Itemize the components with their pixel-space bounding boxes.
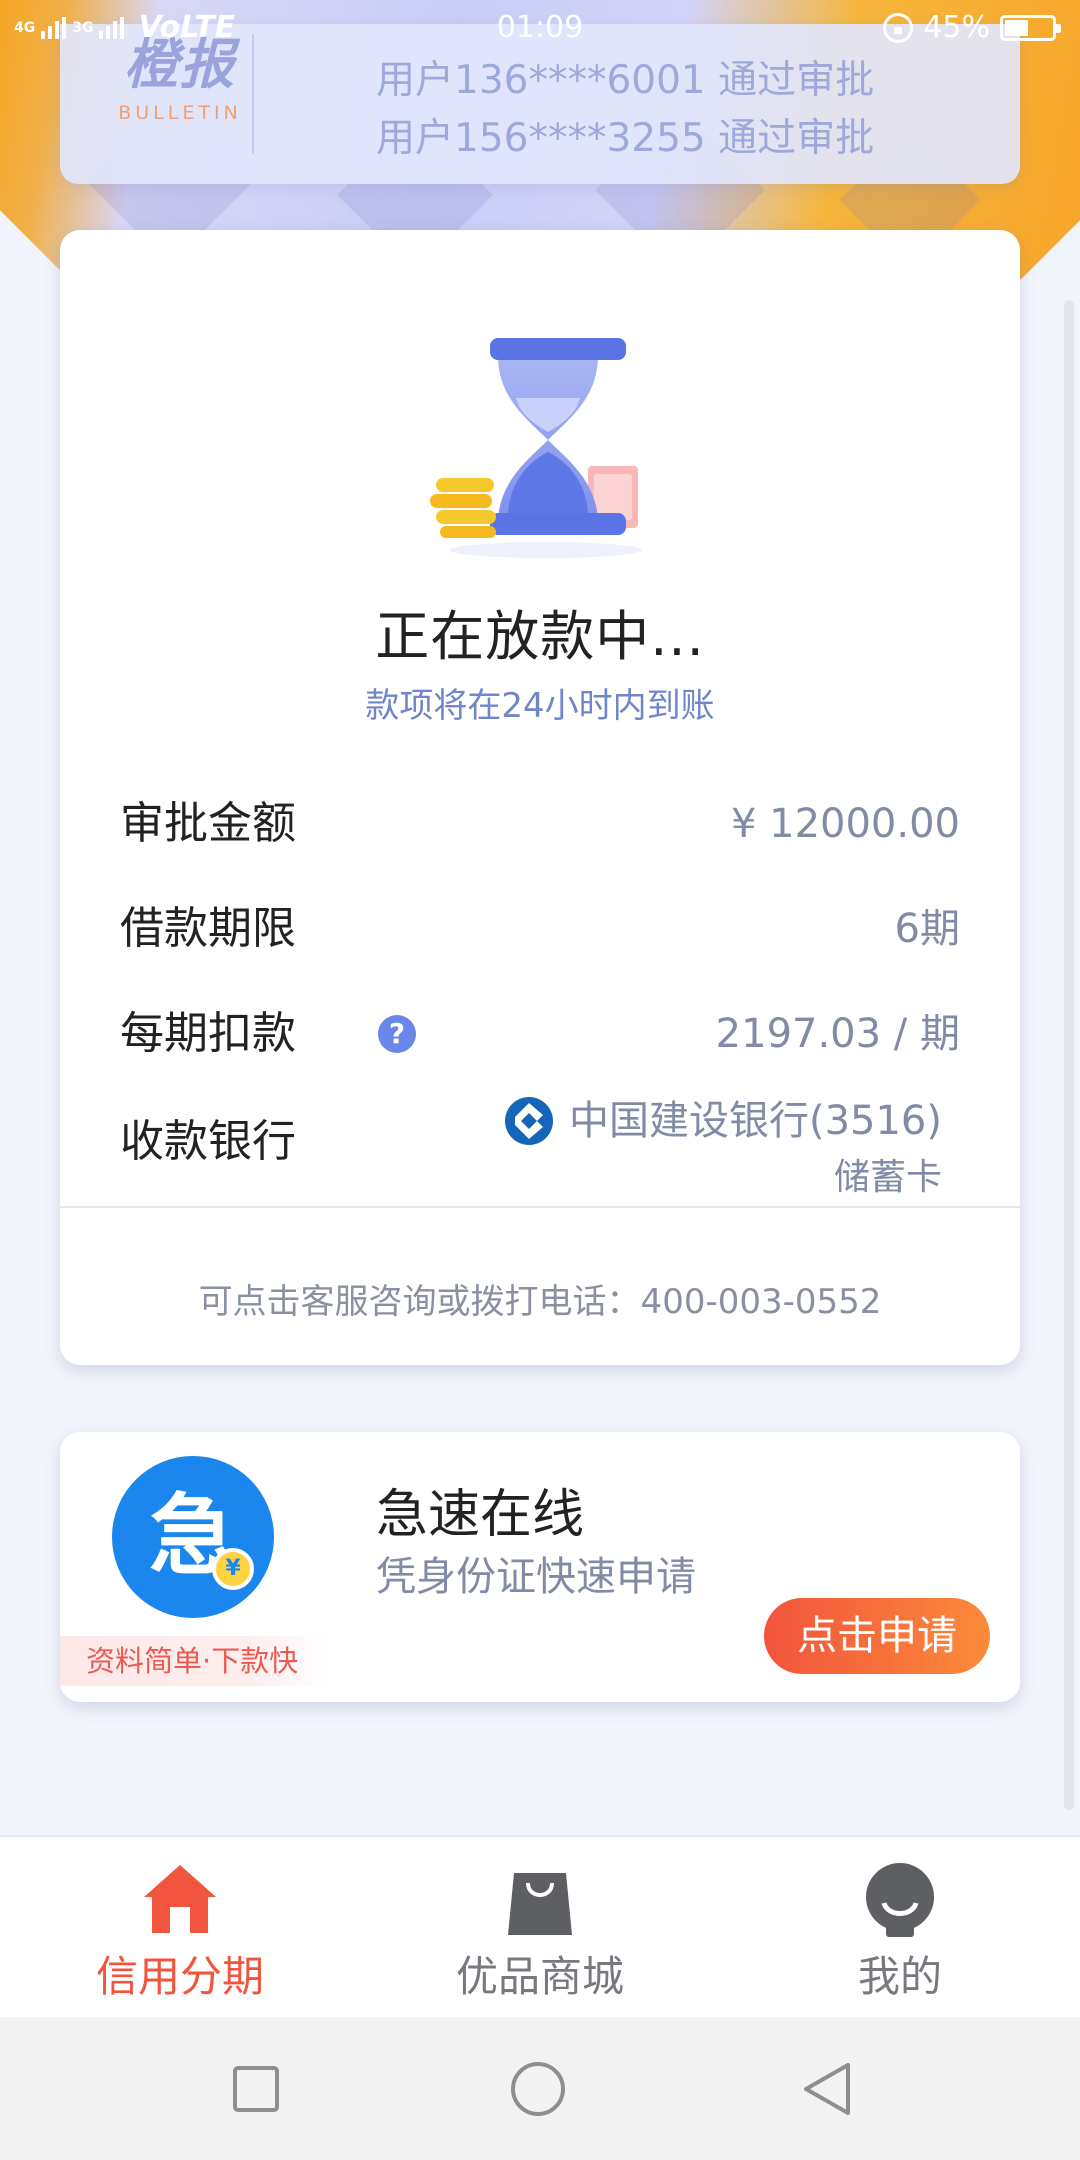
- ccb-logo-icon: [504, 1097, 553, 1145]
- tab-label: 我的: [857, 1952, 942, 2001]
- profile-icon: [866, 1863, 934, 1937]
- installment-label: 每期扣款: [120, 1008, 296, 1059]
- loan-term-row: 借款期限 6期: [120, 894, 960, 964]
- tab-credit-installment[interactable]: 信用分期: [0, 1837, 360, 2019]
- loan-status-title: 正在放款中...: [375, 605, 705, 668]
- home-icon: [144, 1865, 216, 1933]
- apply-button[interactable]: 点击申请: [764, 1598, 990, 1674]
- loan-status-subtitle: 款项将在24小时内到账: [365, 686, 715, 726]
- tab-label: 信用分期: [95, 1952, 264, 2001]
- shopping-bag-icon: [508, 1873, 572, 1935]
- card-divider: [60, 1206, 1020, 1208]
- approved-amount-row: 审批金额 ¥ 12000.00: [120, 789, 960, 859]
- loan-term-label: 借款期限: [120, 903, 296, 954]
- tab-label: 优品商城: [455, 1952, 624, 2001]
- battery-icon: [1000, 14, 1061, 41]
- promo-tag: 资料简单·下款快: [60, 1636, 330, 1686]
- rotation-lock-icon: [883, 12, 914, 43]
- square-icon[interactable]: [228, 2061, 284, 2117]
- bank-line: 中国建设银行(3516): [503, 1091, 942, 1151]
- question-mark-icon[interactable]: ?: [378, 1015, 416, 1053]
- loan-term-value: 6期: [894, 906, 960, 952]
- coin-icon: ¥: [212, 1548, 254, 1590]
- receiving-bank-value: 中国建设银行(3516) 储蓄卡: [503, 1091, 942, 1205]
- scrollbar[interactable]: [1064, 300, 1074, 1810]
- promo-card[interactable]: 急 ¥ 资料简单·下款快 急速在线 凭身份证快速申请 点击申请: [60, 1432, 1020, 1702]
- hourglass-icon: [430, 338, 642, 558]
- bulletin-message: 用户156****3255 通过审批: [376, 116, 875, 161]
- customer-service-hotline[interactable]: 可点击客服咨询或拨打电话：400-003-0552: [60, 1274, 1020, 1323]
- bottom-tab-bar: 信用分期 优品商城 我的: [0, 1835, 1080, 2017]
- installment-value: 2197.03 / 期: [715, 1011, 960, 1057]
- battery-percent: 45%: [923, 10, 990, 45]
- triangle-back-icon[interactable]: [800, 2061, 856, 2117]
- tab-profile[interactable]: 我的: [720, 1837, 1080, 2019]
- promo-subtitle: 凭身份证快速申请: [376, 1554, 696, 1600]
- status-bar: 4G 3G VoLTE 01:09 45%: [0, 0, 1080, 56]
- promo-app-logo: 急 ¥: [112, 1456, 274, 1618]
- installment-row: 每期扣款 ? 2197.03 / 期: [120, 999, 960, 1069]
- loan-status-card: 正在放款中... 款项将在24小时内到账 审批金额 ¥ 12000.00 借款期…: [60, 230, 1020, 1365]
- bulletin-messages: 用户136****6001 通过审批 用户156****3255 通过审批: [376, 52, 874, 168]
- receiving-bank-row: 收款银行 中国建设银行(3516) 储蓄卡: [120, 1097, 960, 1213]
- circle-icon[interactable]: [510, 2061, 566, 2117]
- status-right: 45%: [883, 10, 1061, 45]
- bank-name: 中国建设银行(3516): [568, 1098, 942, 1144]
- approved-amount-value: ¥ 12000.00: [730, 801, 960, 847]
- receiving-bank-label: 收款银行: [120, 1116, 296, 1167]
- bulletin-message: 用户136****6001 通过审批: [376, 58, 875, 103]
- battery-level: [1005, 19, 1028, 36]
- tab-mall[interactable]: 优品商城: [360, 1837, 720, 2019]
- approved-amount-label: 审批金额: [120, 798, 296, 849]
- bulletin-logo-sub: BULLETIN: [118, 102, 242, 124]
- system-navigation-bar: [0, 2017, 1080, 2160]
- promo-title: 急速在线: [376, 1485, 585, 1545]
- card-type: 储蓄卡: [833, 1157, 942, 1198]
